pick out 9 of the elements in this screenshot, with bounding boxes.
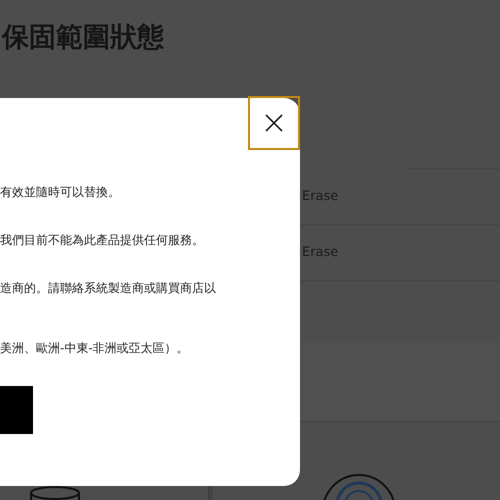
cylinder-icon [28, 485, 82, 500]
headset-icon [321, 473, 397, 500]
dialog-text: 我們目前不能為此產品提供任何服務。 [0, 232, 205, 249]
close-button[interactable] [248, 96, 300, 150]
dialog-text: 有效並隨時可以替換。 [0, 184, 121, 201]
dialog-text: 美洲、歐洲-中東-非洲或亞太區）。 [0, 340, 190, 357]
page-title: 保固範圍狀態 [0, 21, 165, 55]
close-icon [265, 114, 283, 132]
dialog-text: 造商的。請聯絡系統製造商或購買商店以 [0, 280, 217, 297]
